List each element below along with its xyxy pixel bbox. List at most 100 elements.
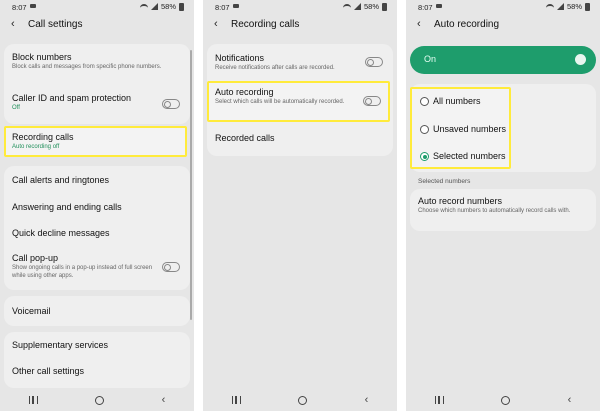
signal-icon xyxy=(556,3,564,10)
page-title: Auto recording xyxy=(434,19,500,30)
item-description: Receive notifications after calls are re… xyxy=(215,65,335,71)
navigation-bar: ‹ xyxy=(406,389,600,411)
wifi-icon xyxy=(139,3,148,10)
item-label: Auto record numbers xyxy=(418,196,503,206)
camera-icon xyxy=(30,4,36,8)
recents-icon[interactable] xyxy=(28,396,38,404)
settings-card: Call alerts and ringtones Answering and … xyxy=(4,166,190,290)
auto-recording-toggle[interactable] xyxy=(363,96,381,106)
battery-percent: 58% xyxy=(363,2,379,11)
status-bar: 8:07 58% xyxy=(406,0,600,14)
header: ‹ Auto recording xyxy=(406,14,600,38)
navigation-bar: ‹ xyxy=(203,389,397,411)
call-alerts-item[interactable]: Call alerts and ringtones xyxy=(4,166,190,192)
master-switch-bar[interactable]: On xyxy=(410,46,596,74)
recording-calls-screen: 8:07 58% ‹ Recording calls Notifications… xyxy=(203,0,397,411)
item-description: Choose which numbers to automatically re… xyxy=(418,208,571,214)
signal-icon xyxy=(353,3,361,10)
status-time: 8:07 xyxy=(418,3,433,12)
wifi-icon xyxy=(342,3,351,10)
item-status: Off xyxy=(12,105,20,111)
item-label: Quick decline messages xyxy=(12,228,110,238)
camera-icon xyxy=(233,4,239,8)
supplementary-services-item[interactable]: Supplementary services xyxy=(4,332,190,358)
recording-calls-item[interactable]: Recording calls Auto recording off xyxy=(4,126,187,157)
wifi-icon xyxy=(545,3,554,10)
back-arrow-icon[interactable]: ‹ xyxy=(11,18,15,30)
option-unsaved-numbers[interactable]: Unsaved numbers xyxy=(433,124,506,134)
caller-id-item[interactable]: Caller ID and spam protection Off xyxy=(4,88,190,122)
item-label: Recording calls xyxy=(12,132,74,142)
status-bar: 8:07 58% xyxy=(0,0,194,14)
home-icon[interactable] xyxy=(501,395,511,405)
settings-card: Auto record numbers Choose which numbers… xyxy=(410,189,596,231)
recording-options-group: All numbers Unsaved numbers Selected num… xyxy=(410,87,511,169)
item-label: Voicemail xyxy=(12,306,51,316)
back-arrow-icon[interactable]: ‹ xyxy=(417,18,421,30)
item-label: Block numbers xyxy=(12,52,72,62)
home-icon[interactable] xyxy=(95,395,105,405)
home-icon[interactable] xyxy=(298,395,308,405)
answering-ending-item[interactable]: Answering and ending calls xyxy=(4,193,190,219)
item-status: Auto recording off xyxy=(12,144,60,150)
battery-icon xyxy=(382,2,387,11)
item-label: Auto recording xyxy=(215,87,274,97)
auto-record-numbers-item[interactable]: Auto record numbers Choose which numbers… xyxy=(410,189,596,231)
recents-icon[interactable] xyxy=(231,396,241,404)
status-time: 8:07 xyxy=(12,3,27,12)
voicemail-item[interactable]: Voicemail xyxy=(4,296,190,326)
call-settings-screen: 8:07 58% ‹ Call settings Block numbers B… xyxy=(0,0,194,411)
radio-all-numbers[interactable] xyxy=(420,97,429,106)
back-arrow-icon[interactable]: ‹ xyxy=(214,18,218,30)
option-all-numbers[interactable]: All numbers xyxy=(433,96,481,106)
item-label: Supplementary services xyxy=(12,340,109,350)
block-numbers-item[interactable]: Block numbers Block calls and messages f… xyxy=(4,44,190,86)
page-title: Call settings xyxy=(28,19,83,30)
signal-icon xyxy=(150,3,158,10)
radio-unsaved-numbers[interactable] xyxy=(420,125,429,134)
item-description: Show ongoing calls in a pop-up instead o… xyxy=(12,265,153,279)
item-label: Caller ID and spam protection xyxy=(12,93,132,103)
settings-card: Supplementary services Other call settin… xyxy=(4,332,190,388)
status-time: 8:07 xyxy=(215,3,230,12)
recents-icon[interactable] xyxy=(434,396,444,404)
nav-back-icon[interactable]: ‹ xyxy=(365,394,369,406)
master-switch-knob[interactable] xyxy=(575,54,586,65)
header: ‹ Call settings xyxy=(0,14,194,38)
call-popup-toggle[interactable] xyxy=(162,262,180,272)
item-label: Notifications xyxy=(215,53,265,63)
option-selected-numbers[interactable]: Selected numbers xyxy=(433,151,506,161)
item-label: Recorded calls xyxy=(215,133,275,143)
page-title: Recording calls xyxy=(231,19,300,30)
auto-recording-item[interactable]: Auto recording Select which calls will b… xyxy=(207,81,390,122)
on-label: On xyxy=(424,54,437,64)
camera-icon xyxy=(436,4,442,8)
settings-card: Voicemail xyxy=(4,296,190,326)
scrollbar[interactable] xyxy=(190,50,192,320)
item-description: Select which calls will be automatically… xyxy=(215,99,345,105)
notifications-item[interactable]: Notifications Receive notifications afte… xyxy=(207,44,393,78)
radio-selected-numbers[interactable] xyxy=(420,152,429,161)
caller-id-toggle[interactable] xyxy=(162,99,180,109)
nav-back-icon[interactable]: ‹ xyxy=(162,394,166,406)
item-label: Other call settings xyxy=(12,366,85,376)
notifications-toggle[interactable] xyxy=(365,57,383,67)
auto-recording-screen: 8:07 58% ‹ Auto recording On All numbers… xyxy=(406,0,600,411)
other-call-settings-item[interactable]: Other call settings xyxy=(4,359,190,385)
nav-back-icon[interactable]: ‹ xyxy=(568,394,572,406)
item-label: Call alerts and ringtones xyxy=(12,175,110,185)
battery-percent: 58% xyxy=(566,2,582,11)
header: ‹ Recording calls xyxy=(203,14,397,38)
section-header: Selected numbers xyxy=(418,178,471,185)
item-label: Answering and ending calls xyxy=(12,202,122,212)
item-label: Call pop-up xyxy=(12,253,59,263)
battery-icon xyxy=(585,2,590,11)
quick-decline-item[interactable]: Quick decline messages xyxy=(4,220,190,246)
status-bar: 8:07 58% xyxy=(203,0,397,14)
item-description: Block calls and messages from specific p… xyxy=(12,64,162,70)
call-popup-item[interactable]: Call pop-up Show ongoing calls in a pop-… xyxy=(4,246,190,290)
navigation-bar: ‹ xyxy=(0,389,194,411)
recorded-calls-item[interactable]: Recorded calls xyxy=(207,124,393,154)
battery-icon xyxy=(179,2,184,11)
battery-percent: 58% xyxy=(160,2,176,11)
